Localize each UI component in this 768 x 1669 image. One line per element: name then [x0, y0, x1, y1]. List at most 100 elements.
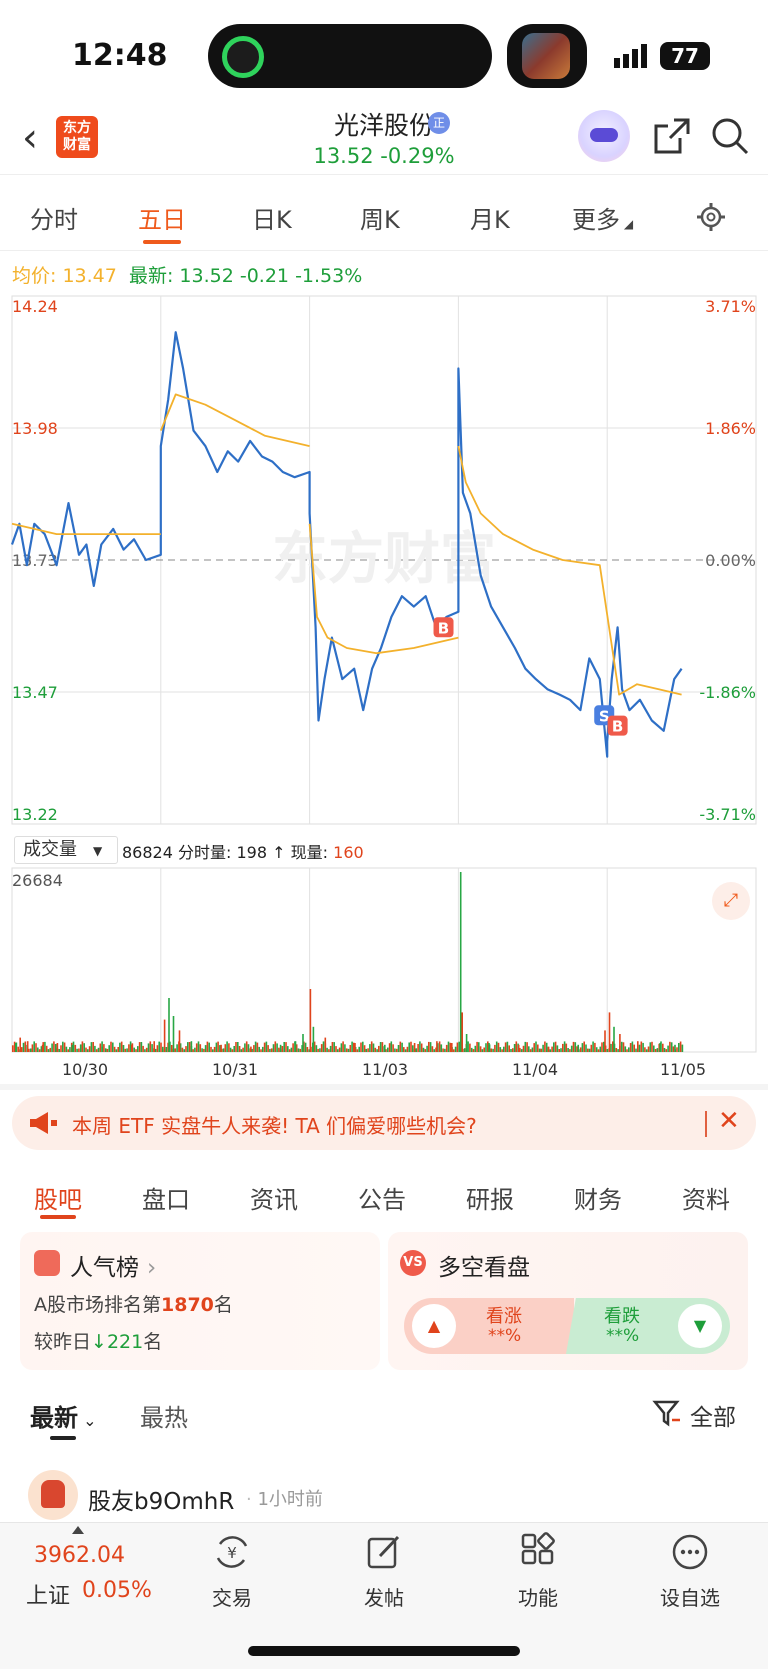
tab-five-day[interactable]: 五日	[138, 200, 186, 235]
volume-bar	[681, 1044, 684, 1052]
volume-bar	[438, 1041, 441, 1052]
avatar[interactable]	[28, 1470, 78, 1520]
tab-finance[interactable]: 财务	[574, 1180, 622, 1215]
tab-forum[interactable]: 股吧	[34, 1180, 82, 1215]
index-percent[interactable]: 0.05%	[82, 1578, 152, 1603]
volume-bar	[53, 1041, 55, 1052]
volume-bar	[606, 1049, 609, 1052]
chevron-down-icon: ⌄	[78, 1411, 97, 1430]
index-name[interactable]: 上证	[26, 1578, 70, 1610]
tab-news[interactable]: 资讯	[250, 1180, 298, 1215]
volume-bar	[513, 1044, 516, 1052]
filter-icon[interactable]	[652, 1398, 682, 1428]
volume-bar	[599, 1046, 602, 1052]
volume-bar	[376, 1049, 378, 1052]
home-indicator[interactable]	[248, 1646, 520, 1656]
tab-announcements[interactable]: 公告	[358, 1180, 406, 1215]
volume-bar	[320, 1044, 323, 1052]
compose-button[interactable]: 发帖	[344, 1532, 424, 1611]
volume-bar	[456, 1042, 459, 1052]
promo-banner-text[interactable]: 本周 ETF 实盘牛人来袭! TA 们偏爱哪些机会?	[72, 1110, 477, 1139]
y-tick-label-right: 0.00%	[705, 551, 756, 570]
date-label: 10/31	[212, 1060, 259, 1079]
volume-bar	[106, 1048, 109, 1052]
volume-bar	[281, 1046, 284, 1052]
vote-down-icon[interactable]: ▼	[678, 1304, 722, 1348]
volume-bar	[594, 1042, 596, 1052]
volume-bar	[470, 1047, 473, 1052]
volume-bar	[22, 1042, 25, 1052]
volume-bar	[90, 1042, 93, 1052]
volume-bar	[333, 1042, 335, 1052]
avg-value: 13.47	[62, 265, 117, 287]
feed-tab-hot[interactable]: 最热	[140, 1398, 188, 1433]
volume-bar	[345, 1048, 348, 1052]
trade-marker-label: B	[438, 619, 449, 637]
volume-bar	[278, 1047, 280, 1052]
volume-bar	[210, 1046, 212, 1052]
volume-bar	[154, 1048, 157, 1052]
tab-more[interactable]: 更多 ◢	[572, 200, 633, 235]
volume-bar	[474, 1045, 477, 1052]
tab-order-book[interactable]: 盘口	[142, 1180, 190, 1215]
tab-monthly-k[interactable]: 月K	[470, 200, 510, 235]
vote-up-icon[interactable]: ▲	[412, 1304, 456, 1348]
search-icon[interactable]	[710, 116, 750, 156]
apps-button[interactable]: 功能	[498, 1532, 578, 1611]
gear-icon[interactable]	[696, 202, 726, 232]
volume-bar	[560, 1048, 562, 1052]
active-tab-indicator	[143, 240, 181, 244]
volume-bar	[181, 1047, 184, 1052]
volume-chart[interactable]: 26684	[0, 862, 768, 1062]
price-chart[interactable]: 14.24 3.71% 13.98 1.86% 13.73 0.00% 13.47 -1.86…	[0, 288, 768, 836]
volume-bar	[244, 1043, 246, 1052]
volume-bar	[494, 1044, 496, 1052]
y-tick-label-right: -1.86%	[699, 683, 756, 702]
volume-bar	[231, 1049, 234, 1052]
volume-bar	[112, 1042, 114, 1052]
volume-bar	[137, 1046, 139, 1052]
expand-icon[interactable]: ⤢	[712, 882, 750, 920]
filter-label[interactable]: 全部	[690, 1398, 736, 1432]
assistant-robot-icon[interactable]	[578, 110, 630, 162]
trade-button[interactable]: ¥ 交易	[192, 1532, 272, 1611]
volume-bar	[574, 1042, 577, 1052]
date-label: 11/03	[362, 1060, 409, 1079]
volume-bar	[71, 1044, 74, 1052]
tab-research[interactable]: 研报	[466, 1180, 514, 1215]
close-icon[interactable]: ✕	[718, 1106, 740, 1136]
volume-bar	[233, 1046, 235, 1052]
volume-bar	[283, 1042, 285, 1052]
volume-bar	[626, 1049, 628, 1052]
volume-bar	[104, 1048, 107, 1052]
post-username[interactable]: 股友b9OmhR	[88, 1482, 234, 1516]
volume-bar	[312, 1026, 315, 1052]
tab-daily-k[interactable]: 日K	[252, 200, 292, 235]
add-watchlist-button[interactable]: 设自选	[650, 1532, 730, 1611]
volume-bar	[47, 1049, 50, 1052]
popularity-title[interactable]: 人气榜 ›	[70, 1248, 156, 1282]
volume-bar	[87, 1049, 89, 1052]
tab-intraday[interactable]: 分时	[30, 200, 78, 235]
volume-bar	[267, 1045, 269, 1052]
volume-bar	[74, 1044, 77, 1052]
feed-tab-latest[interactable]: 最新 ⌄	[30, 1398, 97, 1433]
volume-bar	[58, 1049, 60, 1052]
trade-icon: ¥	[216, 1536, 248, 1568]
share-icon[interactable]	[652, 116, 692, 156]
volume-bar	[270, 1048, 273, 1052]
volume-bar	[454, 1046, 457, 1052]
volume-bar	[147, 1043, 150, 1052]
tab-weekly-k[interactable]: 周K	[360, 200, 400, 235]
volume-bar	[49, 1047, 52, 1052]
index-value[interactable]: 3962.04	[34, 1543, 125, 1568]
feed-tab-latest-label: 最新	[30, 1404, 78, 1432]
current-volume-label: 现量:	[290, 843, 329, 862]
popularity-title-text: 人气榜	[70, 1255, 139, 1281]
collapse-arrow-icon[interactable]	[72, 1526, 84, 1534]
tab-profile[interactable]: 资料	[682, 1180, 730, 1215]
indicator-select[interactable]: 成交量 ▼	[14, 836, 118, 864]
volume-bar	[88, 1046, 91, 1052]
volume-bar	[260, 1049, 262, 1052]
volume-bar	[224, 1044, 227, 1052]
